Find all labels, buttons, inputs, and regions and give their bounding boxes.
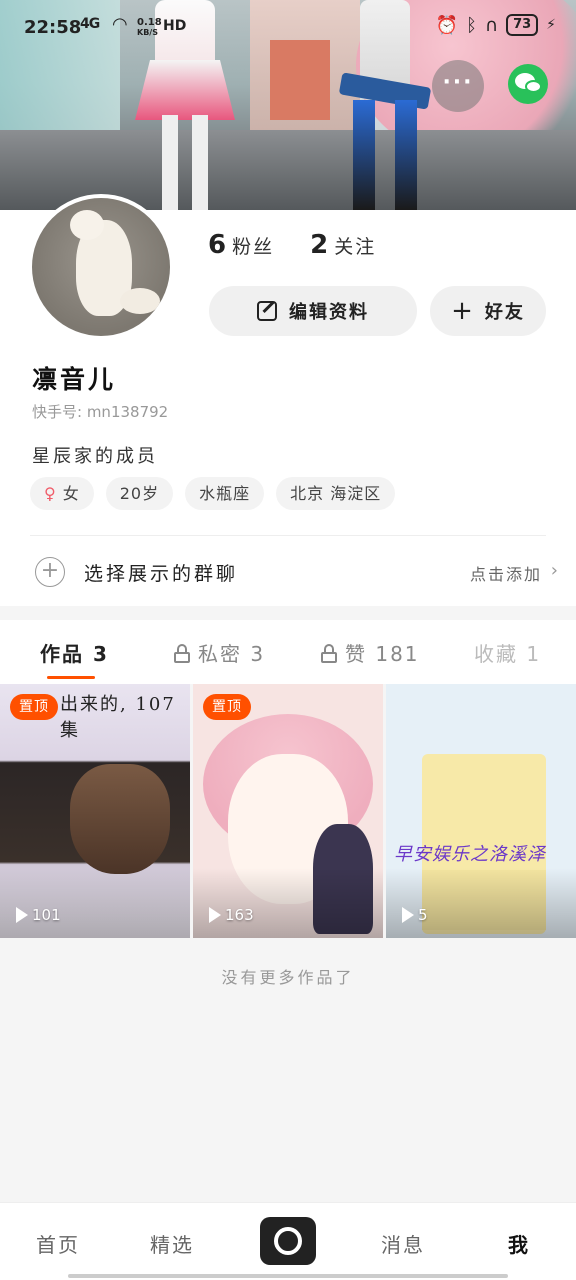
- location-tag: 北京 海淀区: [276, 477, 396, 510]
- video-tile[interactable]: 早安娱乐之洛溪泽 5: [386, 684, 576, 938]
- fans-count: 6: [208, 230, 227, 260]
- play-count: 101: [16, 906, 61, 924]
- plus-icon: +: [451, 296, 475, 326]
- add-friend-label: 好友: [484, 302, 525, 323]
- content-tabs: 作品 3 私密 3 赞 181 收藏 1: [0, 620, 576, 684]
- active-tab-indicator: [47, 676, 95, 679]
- tab-likes-label: 赞 181: [345, 642, 420, 666]
- video-grid: 出来的, 107集 置顶 101 置顶 163 早安娱乐之洛溪泽 5: [0, 684, 576, 938]
- fans-label: 粉丝: [232, 236, 275, 258]
- tab-favorites-label: 收藏 1: [474, 642, 542, 666]
- video-tile[interactable]: 置顶 163: [193, 684, 383, 938]
- status-bar: 22:58 4G ◠ 0.18 KB/S HD ⏰ ᛒ ∩ 73 ⚡: [0, 0, 576, 58]
- alarm-icon: ⏰: [435, 14, 459, 36]
- video-caption: 出来的, 107集: [60, 694, 176, 741]
- camera-icon: [274, 1227, 302, 1255]
- hd-indicator: HD: [163, 18, 187, 34]
- edit-profile-button[interactable]: 编辑资料: [209, 286, 417, 336]
- tab-works[interactable]: 作品 3: [40, 638, 109, 667]
- play-icon: [16, 907, 28, 923]
- gesture-bar[interactable]: [68, 1274, 508, 1278]
- play-count: 5: [402, 906, 428, 924]
- camera-button[interactable]: [260, 1217, 316, 1265]
- nav-messages[interactable]: 消息: [381, 1229, 425, 1258]
- gender-tag: ♀ 女: [30, 477, 94, 510]
- edit-icon: [257, 301, 277, 321]
- pinned-badge: 置顶: [10, 694, 58, 720]
- battery-icon: 73: [506, 14, 539, 36]
- nav-me[interactable]: 我: [508, 1229, 530, 1258]
- chevron-right-icon: ›: [550, 560, 558, 581]
- lock-icon: [174, 643, 190, 663]
- add-friend-button[interactable]: + 好友: [430, 286, 546, 336]
- avatar[interactable]: [28, 194, 174, 340]
- group-chat-action: 点击添加: [469, 565, 542, 584]
- lock-icon: [321, 643, 337, 663]
- profile-tags: ♀ 女 20岁 水瓶座 北京 海淀区: [30, 477, 396, 510]
- following-count: 2: [310, 230, 329, 260]
- group-chat-label: 选择展示的群聊: [84, 563, 239, 585]
- zodiac-tag: 水瓶座: [185, 477, 265, 510]
- divider: [30, 535, 546, 536]
- bluetooth-icon: ᛒ: [466, 14, 477, 36]
- fans-stat[interactable]: 6 粉丝: [208, 230, 274, 260]
- video-tile[interactable]: 出来的, 107集 置顶 101: [0, 684, 190, 938]
- more-options-button[interactable]: ···: [432, 60, 484, 112]
- tab-likes[interactable]: 赞 181: [321, 638, 420, 667]
- video-watermark: 早安娱乐之洛溪泽: [394, 844, 546, 865]
- no-more-works-text: 没有更多作品了: [221, 968, 355, 987]
- edit-profile-label: 编辑资料: [289, 302, 369, 323]
- kuaishou-id[interactable]: 快手号: mn138792: [32, 401, 168, 422]
- play-icon: [209, 907, 221, 923]
- following-label: 关注: [334, 236, 377, 258]
- signal-icon: 4G: [80, 16, 100, 32]
- profile-stats: 6 粉丝 2 关注: [208, 230, 376, 260]
- nav-featured[interactable]: 精选: [150, 1229, 194, 1258]
- group-chat-row[interactable]: + 选择展示的群聊 点击添加 ›: [0, 546, 576, 598]
- play-icon: [402, 907, 414, 923]
- gender-label: 女: [62, 484, 80, 503]
- tab-private-label: 私密 3: [198, 642, 266, 666]
- tab-works-label: 作品 3: [40, 642, 109, 666]
- nickname: 凛音儿: [32, 365, 117, 394]
- pinned-badge: 置顶: [203, 694, 251, 720]
- network-speed: 0.18 KB/S: [137, 17, 162, 38]
- tab-favorites[interactable]: 收藏 1: [474, 638, 541, 667]
- headphones-icon: ∩: [484, 14, 499, 36]
- nav-home[interactable]: 首页: [36, 1229, 80, 1258]
- tab-private[interactable]: 私密 3: [174, 638, 265, 667]
- charging-icon: ⚡: [546, 17, 556, 33]
- age-tag: 20岁: [105, 477, 174, 510]
- add-circle-icon: +: [35, 557, 65, 587]
- following-stat[interactable]: 2 关注: [310, 230, 376, 260]
- female-icon: ♀: [44, 484, 57, 503]
- wechat-share-button[interactable]: [508, 64, 548, 104]
- wifi-icon: ◠: [112, 14, 128, 35]
- bottom-navigation: 首页 精选 消息 我: [0, 1202, 576, 1280]
- play-count: 163: [209, 906, 254, 924]
- bio: 星辰家的成员: [32, 446, 158, 467]
- status-time: 22:58: [24, 17, 82, 38]
